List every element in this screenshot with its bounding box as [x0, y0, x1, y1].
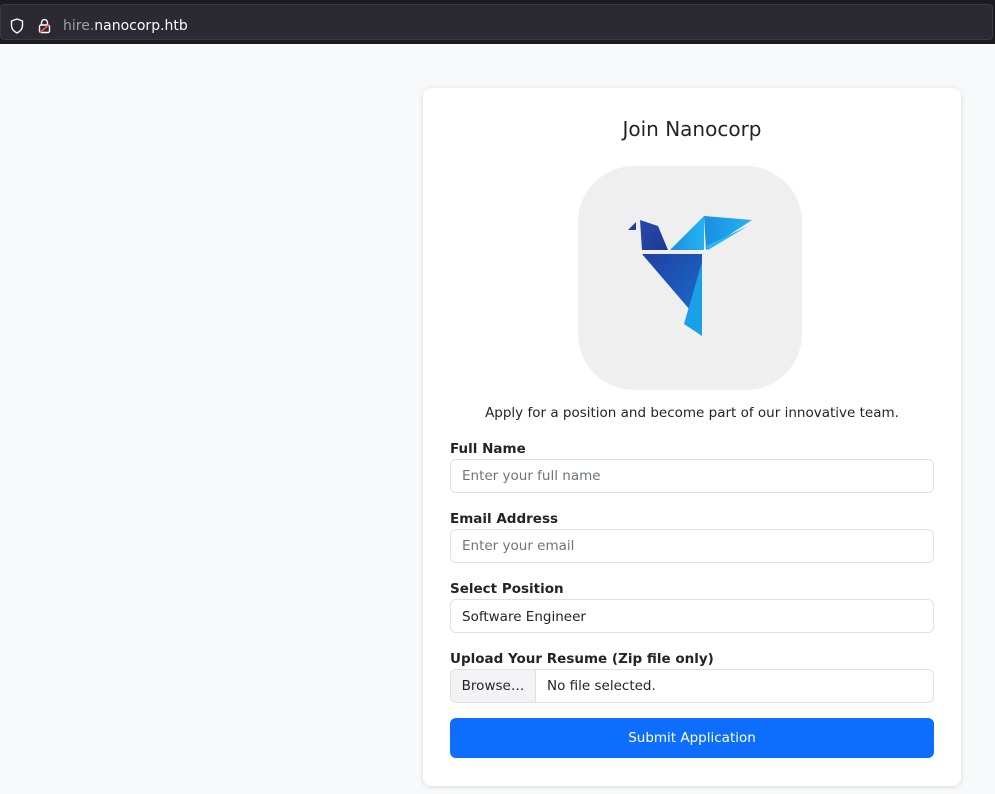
- position-select[interactable]: Software Engineer: [450, 599, 934, 633]
- resume-label: Upload Your Resume (Zip file only): [450, 651, 714, 667]
- shield-icon[interactable]: [10, 18, 24, 34]
- email-label: Email Address: [450, 511, 559, 527]
- file-status: No file selected.: [547, 678, 656, 694]
- full-name-label: Full Name: [450, 441, 526, 457]
- url-domain: nanocorp.htb: [94, 18, 188, 34]
- application-card: Join Nanocorp Apply for a position and b…: [423, 88, 961, 786]
- position-selected-value: Software Engineer: [462, 609, 586, 625]
- resume-file-input[interactable]: Browse… No file selected.: [450, 669, 934, 703]
- full-name-input[interactable]: [450, 459, 934, 493]
- position-label: Select Position: [450, 581, 564, 597]
- email-input[interactable]: [450, 529, 934, 563]
- page-title: Join Nanocorp: [622, 117, 762, 141]
- browser-toolbar: hire.nanocorp.htb: [0, 0, 995, 44]
- submit-application-button[interactable]: Submit Application: [450, 718, 934, 758]
- tagline: Apply for a position and become part of …: [485, 405, 899, 421]
- origami-bird-logo-icon: [628, 216, 752, 336]
- lock-icon[interactable]: [38, 18, 51, 34]
- logo-container: [578, 166, 802, 390]
- browse-button[interactable]: Browse…: [451, 670, 536, 702]
- url-subdomain: hire.: [63, 18, 95, 34]
- url-text[interactable]: hire.nanocorp.htb: [63, 17, 188, 35]
- address-bar[interactable]: hire.nanocorp.htb: [0, 4, 993, 40]
